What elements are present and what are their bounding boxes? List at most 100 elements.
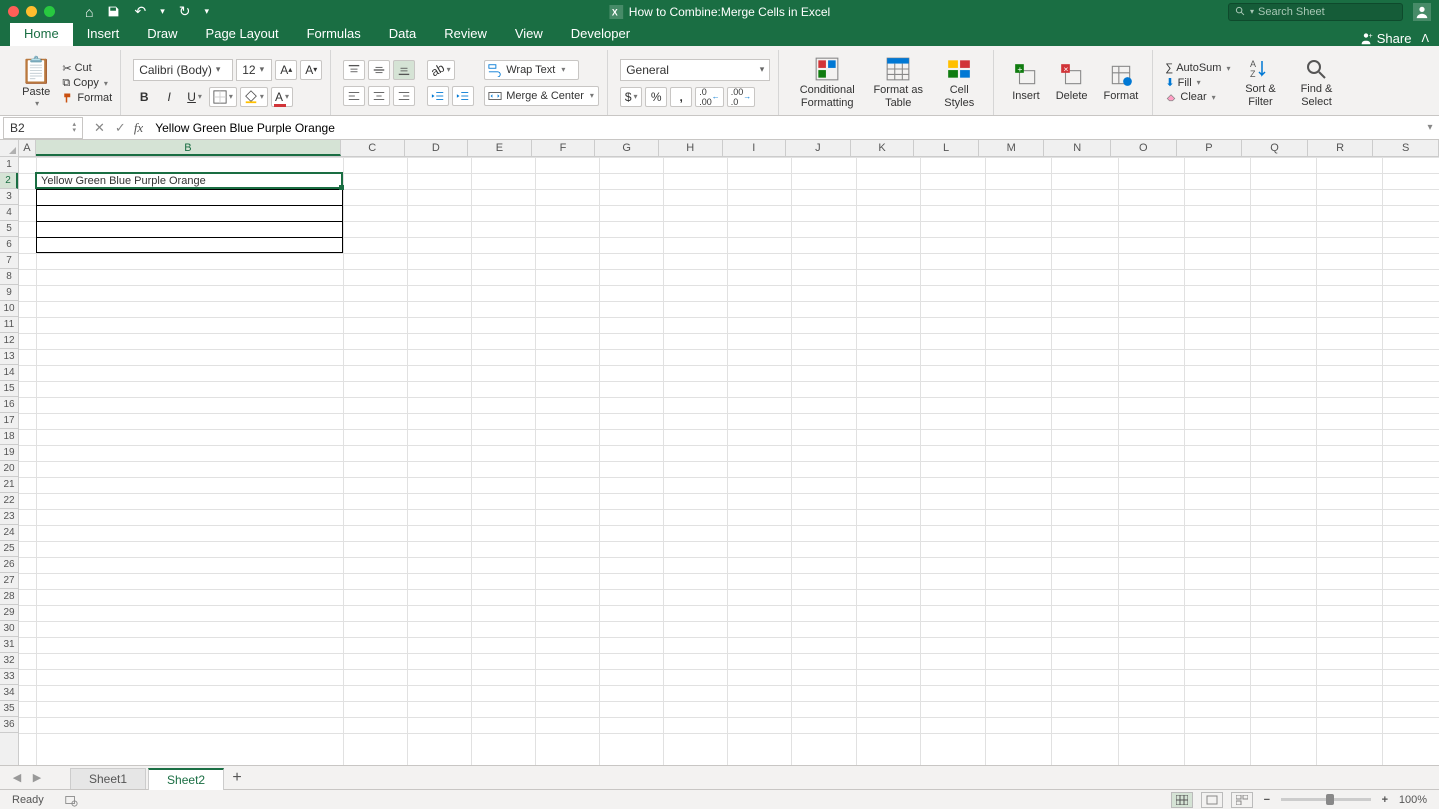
number-format-combo[interactable]: General ▾ [620, 59, 770, 81]
font-size-combo[interactable]: 12▾ [236, 59, 272, 81]
zoom-slider[interactable] [1281, 798, 1371, 801]
row-header-21[interactable]: 21 [0, 477, 18, 493]
row-header-28[interactable]: 28 [0, 589, 18, 605]
row-header-31[interactable]: 31 [0, 637, 18, 653]
cancel-formula-icon[interactable]: ✕ [94, 120, 105, 136]
column-header-m[interactable]: M [979, 140, 1045, 156]
increase-decimal-button[interactable]: .0.00← [695, 87, 724, 107]
column-header-f[interactable]: F [532, 140, 596, 156]
expand-formula-bar-icon[interactable]: ▾ [1421, 122, 1439, 133]
row-header-19[interactable]: 19 [0, 445, 18, 461]
percent-button[interactable]: % [645, 87, 667, 107]
fx-icon[interactable]: fx [134, 120, 143, 136]
tab-insert[interactable]: Insert [73, 22, 134, 46]
macro-record-icon[interactable] [64, 793, 78, 807]
page-break-view-button[interactable] [1231, 792, 1253, 808]
paste-button[interactable]: 📋 Paste ▾ [14, 54, 58, 111]
zoom-in-button[interactable]: + [1379, 794, 1391, 806]
sheet-nav-next[interactable]: ▶ [28, 771, 46, 784]
name-box[interactable]: B2 ▴▾ [3, 117, 83, 139]
minimize-window-button[interactable] [26, 6, 37, 17]
tab-formulas[interactable]: Formulas [293, 22, 375, 46]
wrap-text-button[interactable]: Wrap Text ▾ [484, 60, 579, 80]
maximize-window-button[interactable] [44, 6, 55, 17]
column-header-j[interactable]: J [786, 140, 851, 156]
tab-developer[interactable]: Developer [557, 22, 644, 46]
tab-home[interactable]: Home [10, 22, 73, 46]
row-header-2[interactable]: 2 [0, 173, 18, 189]
undo-dropdown-icon[interactable]: ▾ [160, 6, 165, 17]
row-header-1[interactable]: 1 [0, 157, 18, 173]
italic-button[interactable]: I [158, 87, 180, 107]
column-header-q[interactable]: Q [1242, 140, 1308, 156]
redo-icon[interactable]: ↻ [179, 3, 191, 20]
row-header-8[interactable]: 8 [0, 269, 18, 285]
row-header-9[interactable]: 9 [0, 285, 18, 301]
format-as-table-button[interactable]: Format as Table [867, 54, 929, 110]
column-header-l[interactable]: L [914, 140, 979, 156]
row-header-32[interactable]: 32 [0, 653, 18, 669]
page-layout-view-button[interactable] [1201, 792, 1223, 808]
column-header-p[interactable]: P [1177, 140, 1243, 156]
row-header-24[interactable]: 24 [0, 525, 18, 541]
collapse-ribbon-icon[interactable]: ᐱ [1421, 32, 1429, 45]
insert-cells-button[interactable]: + Insert [1006, 60, 1046, 104]
row-header-20[interactable]: 20 [0, 461, 18, 477]
save-icon[interactable] [107, 5, 120, 18]
align-top-button[interactable] [343, 60, 365, 80]
row-header-35[interactable]: 35 [0, 701, 18, 717]
column-header-o[interactable]: O [1111, 140, 1177, 156]
row-header-30[interactable]: 30 [0, 621, 18, 637]
tab-data[interactable]: Data [375, 22, 430, 46]
copy-button[interactable]: ⧉ Copy ▾ [62, 77, 112, 90]
share-button[interactable]: + Share [1359, 31, 1412, 46]
column-header-a[interactable]: A [19, 140, 36, 156]
align-left-button[interactable] [343, 86, 365, 106]
column-header-g[interactable]: G [595, 140, 659, 156]
increase-indent-button[interactable] [452, 86, 474, 106]
bold-button[interactable]: B [133, 87, 155, 107]
underline-button[interactable]: U▾ [183, 87, 206, 107]
cut-button[interactable]: ✂ Cut [62, 62, 112, 75]
delete-cells-button[interactable]: × Delete [1050, 60, 1094, 104]
column-header-c[interactable]: C [341, 140, 405, 156]
autosum-button[interactable]: ∑ AutoSum ▾ [1165, 62, 1230, 74]
column-header-k[interactable]: K [851, 140, 915, 156]
search-sheet-input[interactable]: ▾ Search Sheet [1228, 3, 1403, 21]
tab-draw[interactable]: Draw [133, 22, 191, 46]
column-header-h[interactable]: H [659, 140, 723, 156]
row-header-5[interactable]: 5 [0, 221, 18, 237]
add-sheet-button[interactable]: + [226, 769, 248, 787]
column-header-e[interactable]: E [468, 140, 532, 156]
zoom-out-button[interactable]: − [1261, 794, 1273, 806]
cell-styles-button[interactable]: Cell Styles [933, 54, 985, 110]
row-header-36[interactable]: 36 [0, 717, 18, 733]
row-header-12[interactable]: 12 [0, 333, 18, 349]
row-header-29[interactable]: 29 [0, 605, 18, 621]
row-header-34[interactable]: 34 [0, 685, 18, 701]
borders-button[interactable]: ▾ [209, 87, 237, 107]
fill-button[interactable]: ⬇ Fill ▾ [1165, 76, 1230, 89]
tab-review[interactable]: Review [430, 22, 501, 46]
row-header-27[interactable]: 27 [0, 573, 18, 589]
normal-view-button[interactable] [1171, 792, 1193, 808]
tab-page-layout[interactable]: Page Layout [192, 22, 293, 46]
align-right-button[interactable] [393, 86, 415, 106]
format-painter-button[interactable]: Format [62, 92, 112, 104]
row-header-10[interactable]: 10 [0, 301, 18, 317]
cell-b2[interactable]: Yellow Green Blue Purple Orange [38, 174, 209, 188]
row-header-18[interactable]: 18 [0, 429, 18, 445]
font-color-button[interactable]: A ▾ [271, 87, 293, 107]
orientation-button[interactable]: ab▾ [427, 60, 454, 80]
decrease-decimal-button[interactable]: .00.0→ [727, 87, 756, 107]
column-header-i[interactable]: I [723, 140, 787, 156]
row-header-26[interactable]: 26 [0, 557, 18, 573]
conditional-formatting-button[interactable]: Conditional Formatting [791, 54, 863, 110]
align-bottom-button[interactable] [393, 60, 415, 80]
row-header-15[interactable]: 15 [0, 381, 18, 397]
currency-button[interactable]: $▾ [620, 87, 642, 107]
sheet-tab-sheet2[interactable]: Sheet2 [148, 768, 224, 790]
row-header-13[interactable]: 13 [0, 349, 18, 365]
formula-input[interactable] [151, 117, 1421, 139]
sort-filter-button[interactable]: AZ Sort & Filter [1234, 55, 1286, 109]
